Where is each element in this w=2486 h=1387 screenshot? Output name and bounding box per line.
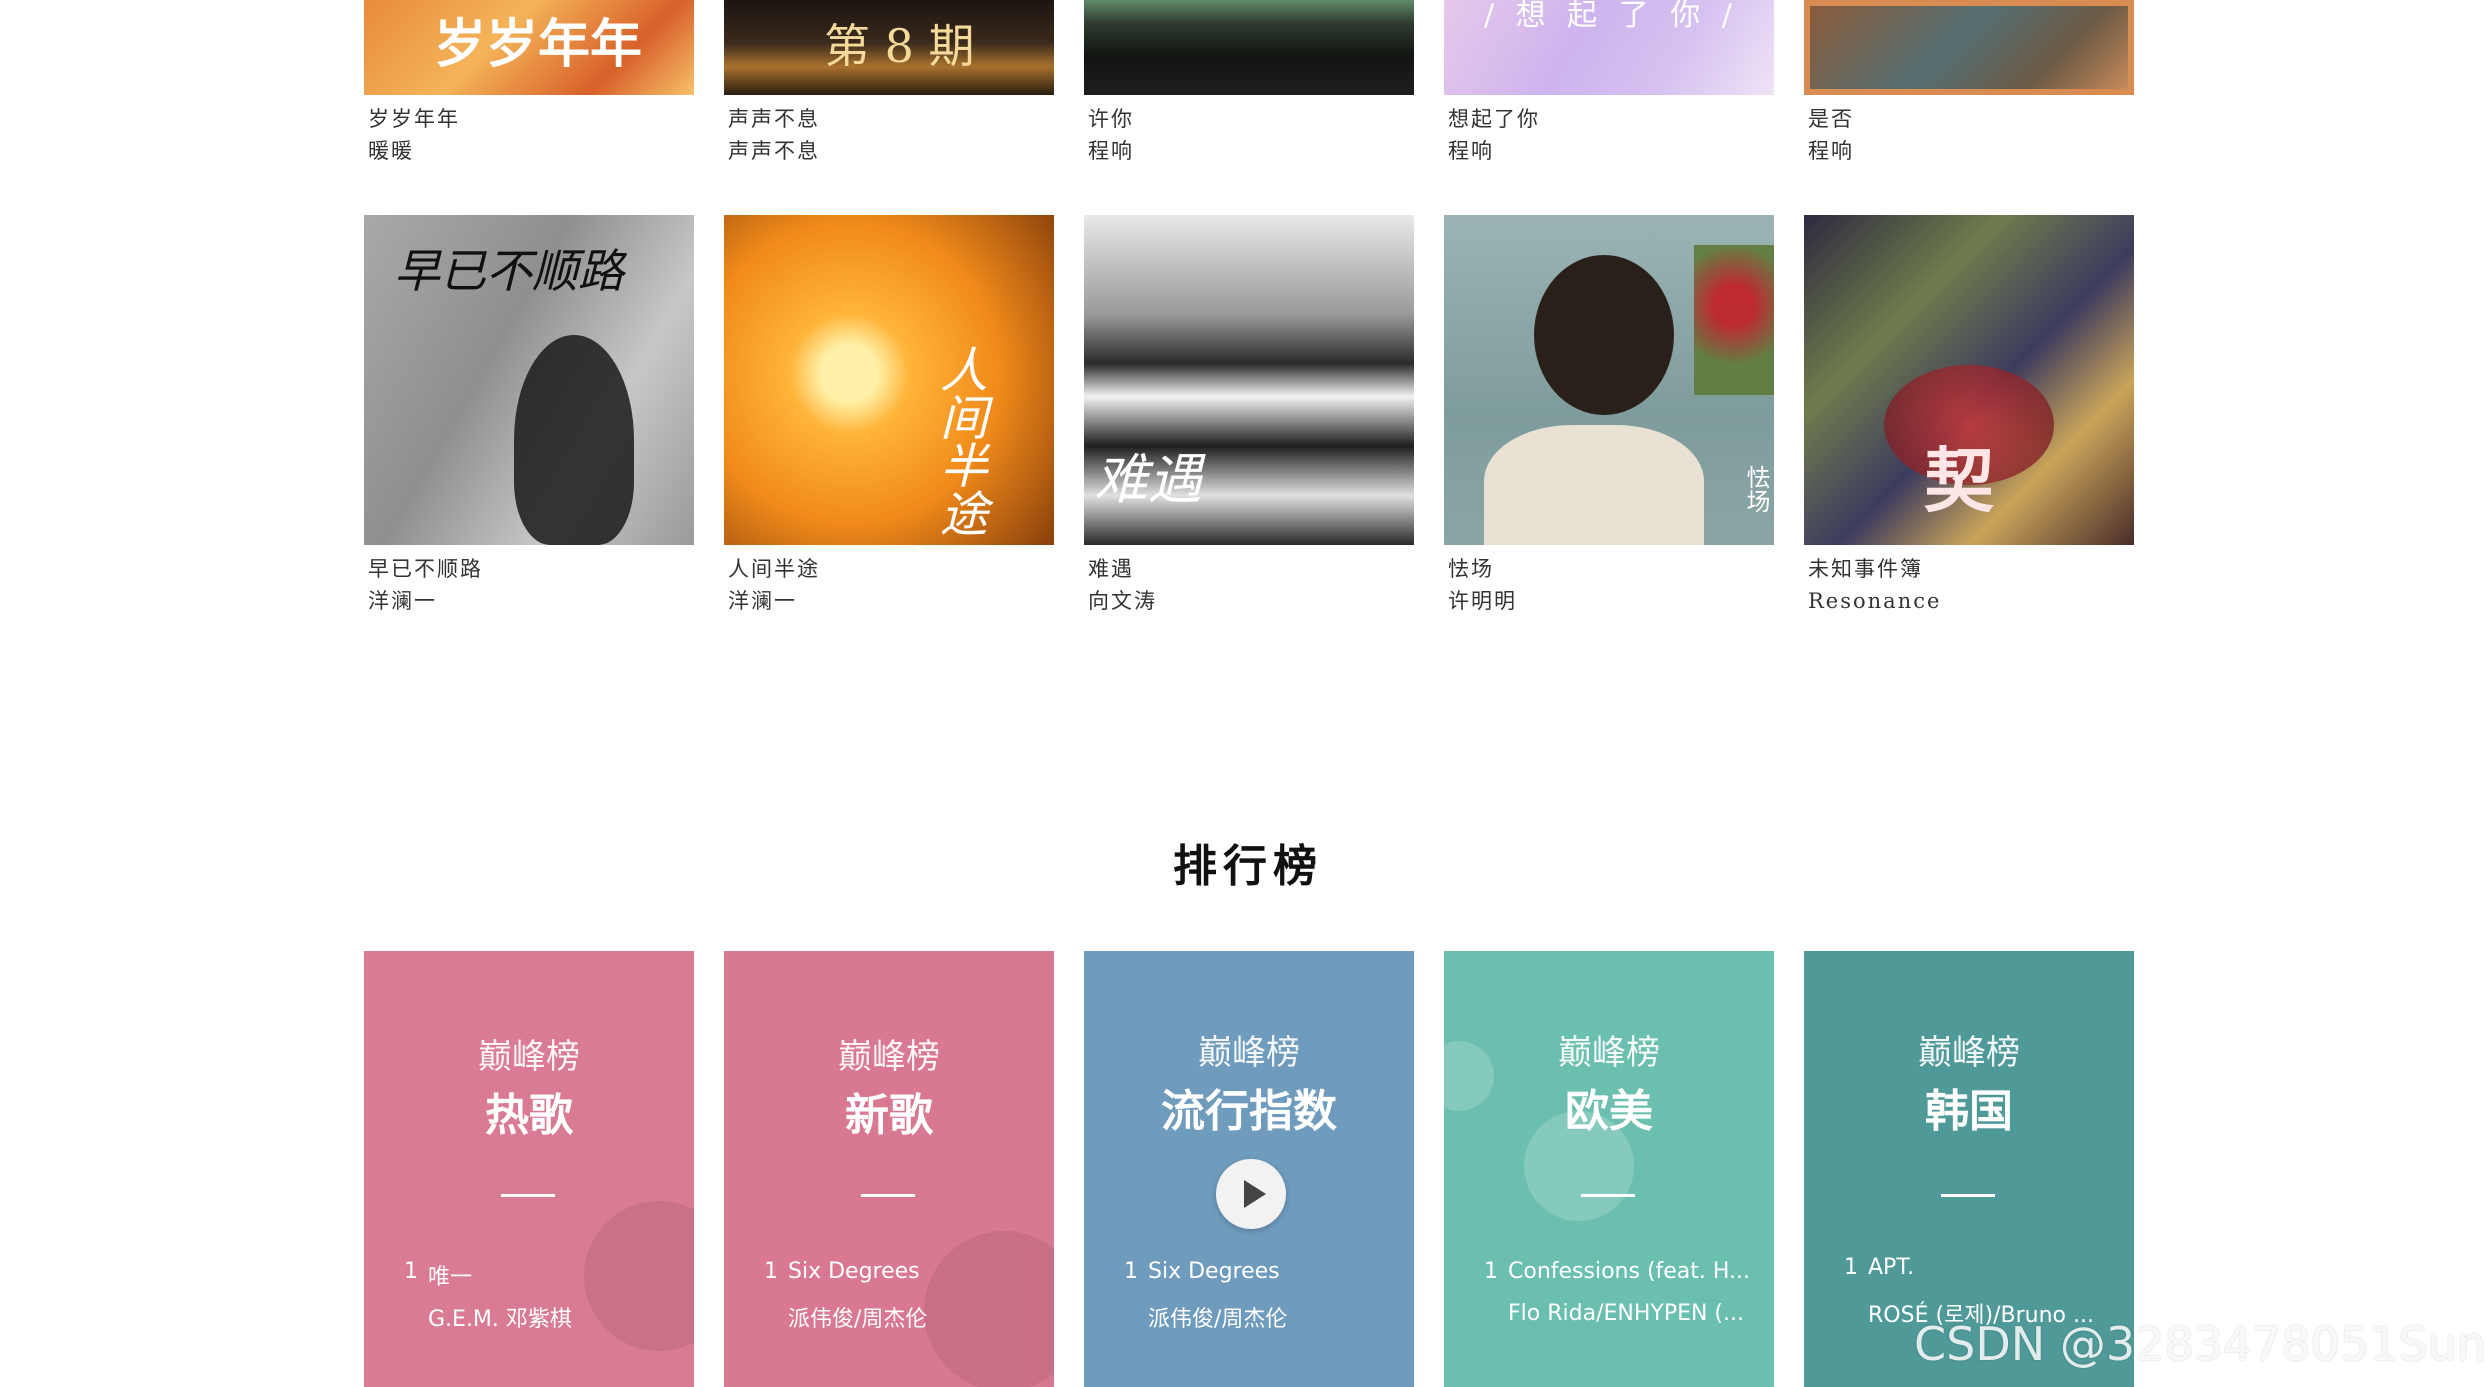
album-cover[interactable]: 岁岁年年 — [364, 0, 694, 95]
album-title[interactable]: 难遇 — [1084, 553, 1414, 585]
rank-artist[interactable]: G.E.M. 邓紫棋 — [428, 1301, 572, 1333]
decorative-blob — [924, 1231, 1054, 1387]
album-artist[interactable]: 暖暖 — [364, 135, 694, 167]
album-cover[interactable]: 怯场 — [1444, 215, 1774, 545]
cover-text: 第 8 期 — [824, 19, 975, 73]
album-cover[interactable] — [1084, 0, 1414, 95]
album-title[interactable]: 想起了你 — [1444, 103, 1774, 135]
album-card[interactable]: 是否 程响 — [1804, 0, 2134, 167]
divider — [1941, 1194, 1995, 1197]
album-card[interactable]: 许你 程响 — [1084, 0, 1414, 167]
rank-name: 新歌 — [845, 1090, 933, 1141]
rank-label: 巅峰榜 — [1198, 1033, 1300, 1073]
album-artist[interactable]: 程响 — [1444, 135, 1774, 167]
album-artist[interactable]: 向文涛 — [1084, 585, 1414, 617]
album-title[interactable]: 人间半途 — [724, 553, 1054, 585]
album-title[interactable]: 未知事件簿 — [1804, 553, 2134, 585]
rank-name: 韩国 — [1925, 1086, 2013, 1137]
rank-name: 流行指数 — [1161, 1086, 1337, 1137]
cover-text: 怯场 — [1742, 465, 1770, 513]
rank-song[interactable]: 唯一 — [428, 1259, 472, 1291]
album-artist[interactable]: 程响 — [1084, 135, 1414, 167]
album-cover[interactable]: 早已不顺路 — [364, 215, 694, 545]
rank-song[interactable]: Six Degrees — [788, 1259, 920, 1284]
watermark: CSDN @3283478051Sun — [1914, 1317, 2486, 1371]
divider — [861, 1194, 915, 1197]
album-artist[interactable]: 洋澜一 — [724, 585, 1054, 617]
album-title[interactable]: 岁岁年年 — [364, 103, 694, 135]
rank-card-hot[interactable]: 巅峰榜 热歌 1 唯一 G.E.M. 邓紫棋 — [364, 951, 694, 1387]
rank-song[interactable]: APT. — [1868, 1255, 1914, 1280]
rank-song[interactable]: Six Degrees — [1148, 1259, 1280, 1284]
album-card[interactable]: 岁岁年年 岁岁年年 暖暖 — [364, 0, 694, 167]
album-card[interactable]: / 想 起 了 你 / 想起了你 程响 — [1444, 0, 1774, 167]
album-artist[interactable]: 声声不息 — [724, 135, 1054, 167]
album-artist[interactable]: 洋澜一 — [364, 585, 694, 617]
album-title[interactable]: 声声不息 — [724, 103, 1054, 135]
divider — [1581, 1194, 1635, 1197]
rank-card-new[interactable]: 巅峰榜 新歌 1 Six Degrees 派伟俊/周杰伦 — [724, 951, 1054, 1387]
album-card[interactable]: 难遇 难遇 向文涛 — [1084, 215, 1414, 617]
rank-label: 巅峰榜 — [478, 1037, 580, 1077]
play-button[interactable] — [1216, 1159, 1286, 1229]
album-title[interactable]: 早已不顺路 — [364, 553, 694, 585]
rank-number: 1 — [764, 1259, 778, 1284]
rank-artist[interactable]: 派伟俊/周杰伦 — [788, 1301, 927, 1333]
section-title: 排行榜 — [1173, 841, 1323, 892]
album-card[interactable]: 第 8 期 声声不息 声声不息 — [724, 0, 1054, 167]
decorative-blob — [584, 1201, 694, 1351]
album-cover[interactable]: / 想 起 了 你 / — [1444, 0, 1774, 95]
divider — [501, 1194, 555, 1197]
album-title[interactable]: 许你 — [1084, 103, 1414, 135]
rank-name: 欧美 — [1565, 1086, 1653, 1137]
rank-artist[interactable]: 派伟俊/周杰伦 — [1148, 1301, 1287, 1333]
rank-number: 1 — [1124, 1259, 1138, 1284]
album-title[interactable]: 是否 — [1804, 103, 2134, 135]
album-cover[interactable]: 第 8 期 — [724, 0, 1054, 95]
rank-number: 1 — [1844, 1255, 1858, 1280]
cover-text: / 想 起 了 你 / — [1484, 0, 1738, 33]
album-card[interactable]: 契 未知事件簿 Resonance — [1804, 215, 2134, 617]
album-cover[interactable]: 人间半途 — [724, 215, 1054, 545]
rank-name: 热歌 — [485, 1090, 573, 1141]
cover-text: 难遇 — [1094, 448, 1202, 511]
album-card[interactable]: 早已不顺路 早已不顺路 洋澜一 — [364, 215, 694, 617]
cover-text: 人间半途 — [931, 345, 987, 537]
album-artist[interactable]: 程响 — [1804, 135, 2134, 167]
album-artist[interactable]: 许明明 — [1444, 585, 1774, 617]
rank-label: 巅峰榜 — [838, 1037, 940, 1077]
album-cover[interactable]: 难遇 — [1084, 215, 1414, 545]
album-cover[interactable] — [1804, 0, 2134, 95]
rank-song[interactable]: Confessions (feat. H... — [1508, 1259, 1750, 1284]
rank-label: 巅峰榜 — [1918, 1033, 2020, 1073]
rank-number: 1 — [404, 1259, 418, 1284]
album-cover[interactable]: 契 — [1804, 215, 2134, 545]
cover-text: 早已不顺路 — [394, 244, 624, 298]
rank-number: 1 — [1484, 1259, 1498, 1284]
rank-artist[interactable]: Flo Rida/ENHYPEN (... — [1508, 1301, 1744, 1326]
rank-card-popular[interactable]: 巅峰榜 流行指数 1 Six Degrees 派伟俊/周杰伦 — [1084, 951, 1414, 1387]
album-artist[interactable]: Resonance — [1804, 585, 2134, 617]
rank-card-western[interactable]: 巅峰榜 欧美 1 Confessions (feat. H... Flo Rid… — [1444, 951, 1774, 1387]
album-card[interactable]: 人间半途 人间半途 洋澜一 — [724, 215, 1054, 617]
album-card[interactable]: 怯场 怯场 许明明 — [1444, 215, 1774, 617]
rank-label: 巅峰榜 — [1558, 1033, 1660, 1073]
cover-text: 岁岁年年 — [434, 14, 643, 75]
cover-text: 契 — [1924, 439, 1994, 522]
album-title[interactable]: 怯场 — [1444, 553, 1774, 585]
